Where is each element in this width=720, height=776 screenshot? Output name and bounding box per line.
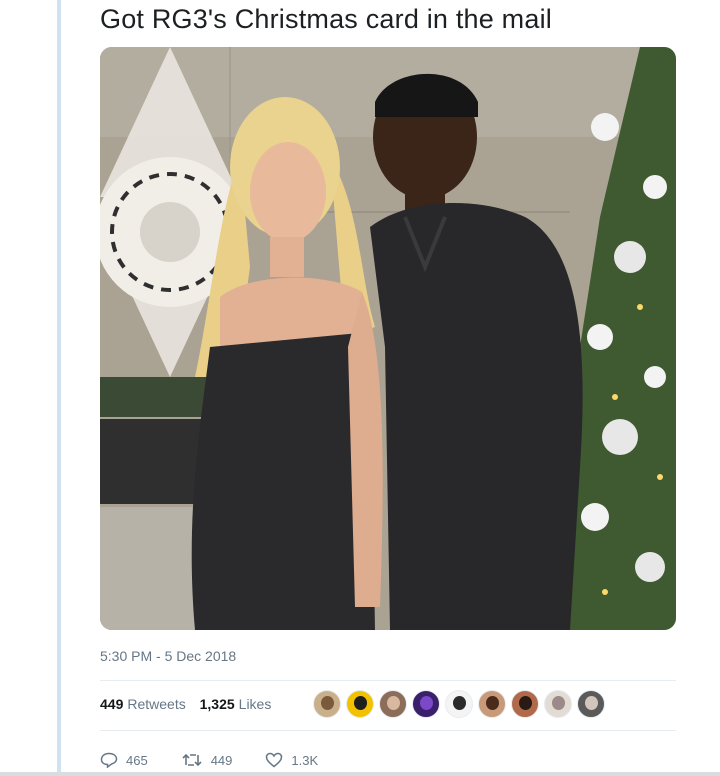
tweet-stats: 449 Retweets 1,325 Likes — [100, 696, 281, 712]
retweet-count: 449 — [210, 752, 233, 768]
avatar[interactable] — [544, 690, 572, 718]
avatar[interactable] — [478, 690, 506, 718]
avatar-face — [519, 696, 532, 710]
avatar[interactable] — [511, 690, 539, 718]
avatar-face — [552, 696, 565, 710]
bottom-border — [0, 772, 720, 776]
like-count: 1.3K — [291, 752, 319, 768]
christmas-card-photo — [100, 47, 676, 630]
liked-by-avatars — [313, 690, 610, 722]
avatar[interactable] — [445, 690, 473, 718]
avatar-face — [420, 696, 433, 710]
avatar-face — [387, 696, 400, 710]
avatar[interactable] — [313, 690, 341, 718]
reply-count: 465 — [126, 752, 148, 768]
retweets-count[interactable]: 449 — [100, 696, 123, 712]
reply-action[interactable]: 465 — [100, 752, 148, 768]
divider — [100, 730, 676, 731]
likes-label[interactable]: Likes — [239, 696, 272, 712]
divider — [100, 680, 676, 681]
avatar-face — [354, 696, 367, 710]
tweet-timestamp[interactable]: 5:30 PM - 5 Dec 2018 — [100, 648, 236, 664]
avatar[interactable] — [379, 690, 407, 718]
tweet-actions: 465 449 1.3K — [100, 752, 351, 768]
reply-icon — [100, 752, 118, 768]
tweet-text: Got RG3's Christmas card in the mail — [100, 4, 552, 34]
retweets-label[interactable]: Retweets — [127, 696, 185, 712]
avatar-face — [321, 696, 334, 710]
thread-connector-line — [57, 0, 61, 776]
likes-count[interactable]: 1,325 — [200, 696, 235, 712]
retweet-icon — [182, 753, 202, 767]
tweet-photo[interactable] — [100, 47, 676, 630]
avatar[interactable] — [577, 690, 605, 718]
avatar-face — [486, 696, 499, 710]
like-action[interactable]: 1.3K — [265, 752, 318, 768]
avatar[interactable] — [412, 690, 440, 718]
heart-icon — [266, 752, 283, 768]
avatar-face — [453, 696, 466, 710]
retweet-action[interactable]: 449 — [181, 752, 233, 768]
avatar-face — [585, 696, 598, 710]
avatar[interactable] — [346, 690, 374, 718]
